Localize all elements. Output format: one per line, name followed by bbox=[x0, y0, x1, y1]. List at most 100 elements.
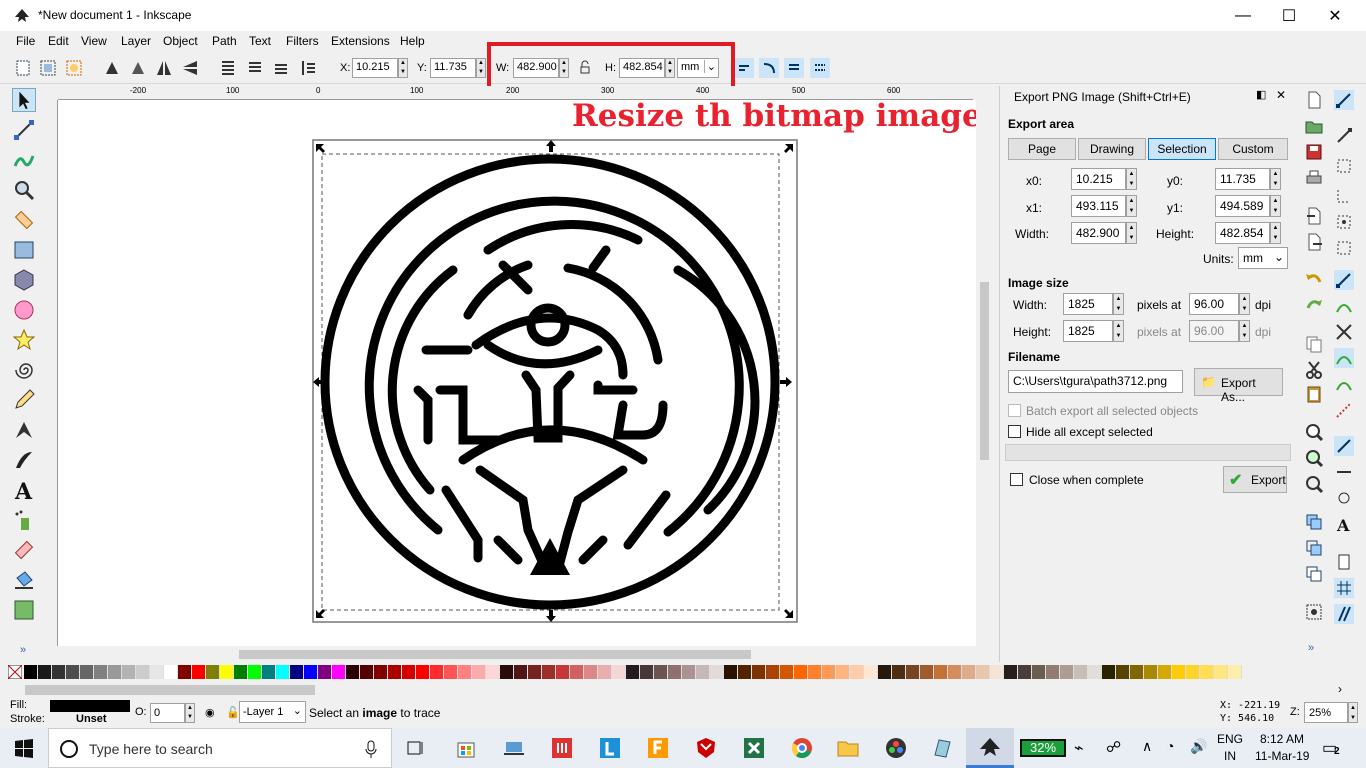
palette-swatch[interactable] bbox=[1102, 665, 1116, 679]
deselect-icon[interactable] bbox=[64, 58, 84, 78]
transform-patterns-icon[interactable] bbox=[810, 58, 830, 78]
snap-paths-icon[interactable] bbox=[1334, 296, 1354, 316]
export-button[interactable]: ✔ Export bbox=[1223, 466, 1287, 493]
palette-swatch[interactable] bbox=[696, 665, 710, 679]
eraser-tool-icon[interactable] bbox=[12, 538, 36, 562]
text-tool-icon[interactable]: A bbox=[12, 478, 36, 502]
raise-icon[interactable] bbox=[245, 58, 265, 78]
tab-page[interactable]: Page bbox=[1008, 138, 1076, 160]
palette-scroll-thumb[interactable] bbox=[25, 685, 315, 695]
menu-object[interactable]: Object bbox=[163, 34, 198, 48]
y1-input[interactable]: 494.589 bbox=[1215, 195, 1270, 217]
palette-swatch[interactable] bbox=[220, 665, 234, 679]
redo-icon[interactable] bbox=[1304, 296, 1324, 316]
excel-icon[interactable] bbox=[742, 736, 766, 760]
palette-swatch[interactable] bbox=[1214, 665, 1228, 679]
cut-icon[interactable] bbox=[1304, 360, 1324, 380]
palette-swatch[interactable] bbox=[136, 665, 150, 679]
palette-swatch[interactable] bbox=[1060, 665, 1074, 679]
snap-intersection-icon[interactable] bbox=[1334, 322, 1354, 342]
close-when-complete-checkbox[interactable] bbox=[1010, 473, 1023, 486]
zoom-tool-icon[interactable] bbox=[12, 178, 36, 202]
x-input[interactable]: 10.215 bbox=[352, 58, 398, 78]
palette-swatch[interactable] bbox=[626, 665, 640, 679]
palette-swatch[interactable] bbox=[332, 665, 346, 679]
snap-bbox-corner-icon[interactable] bbox=[1334, 186, 1354, 206]
snap-rotation-center-icon[interactable] bbox=[1334, 488, 1354, 508]
flip-vertical-icon[interactable] bbox=[180, 58, 200, 78]
spray-tool-icon[interactable] bbox=[12, 508, 36, 532]
menu-extensions[interactable]: Extensions bbox=[331, 34, 390, 48]
layer-select[interactable]: -Layer 1 ⌄ bbox=[239, 701, 306, 723]
image-height-input[interactable]: 1825 bbox=[1063, 320, 1113, 342]
star-tool-icon[interactable] bbox=[12, 328, 36, 352]
clock-time[interactable]: 8:12 AM bbox=[1260, 732, 1304, 746]
palette-swatch[interactable] bbox=[906, 665, 920, 679]
snap-smooth-icon[interactable] bbox=[1334, 374, 1354, 394]
paint-bucket-tool-icon[interactable] bbox=[12, 568, 36, 592]
x0-spinner[interactable]: ▲ ▼ bbox=[1126, 168, 1137, 190]
y-input[interactable]: 11.735 bbox=[430, 58, 476, 78]
palette-swatch[interactable] bbox=[416, 665, 430, 679]
palette-swatch[interactable] bbox=[24, 665, 38, 679]
palette-swatch[interactable] bbox=[150, 665, 164, 679]
search-box[interactable]: Type here to search bbox=[48, 728, 392, 768]
palette-swatch[interactable] bbox=[612, 665, 626, 679]
people-icon[interactable]: ☍ bbox=[1106, 738, 1121, 756]
area-width-spinner[interactable]: ▲ ▼ bbox=[1126, 222, 1137, 244]
commands-expand-icon[interactable]: » bbox=[1308, 642, 1314, 654]
stroke-value[interactable]: Unset bbox=[76, 713, 107, 725]
snap-line-midpoint-icon[interactable] bbox=[1334, 400, 1354, 420]
palette-swatch[interactable] bbox=[458, 665, 472, 679]
layer-lock-icon[interactable]: 🔓 bbox=[226, 706, 240, 719]
save-icon[interactable] bbox=[1304, 142, 1324, 162]
palette-swatch[interactable] bbox=[654, 665, 668, 679]
palette-swatch[interactable] bbox=[444, 665, 458, 679]
battery-indicator[interactable]: 32% bbox=[1020, 739, 1066, 757]
tab-selection[interactable]: Selection bbox=[1148, 138, 1216, 160]
rotate-cw-icon[interactable] bbox=[128, 58, 148, 78]
palette-swatch[interactable] bbox=[542, 665, 556, 679]
palette-swatch[interactable] bbox=[836, 665, 850, 679]
dpi-input[interactable]: 96.00 bbox=[1189, 293, 1239, 315]
power-plug-icon[interactable]: ⌁ bbox=[1074, 738, 1084, 758]
microphone-icon[interactable] bbox=[363, 739, 379, 759]
batch-export-checkbox[interactable] bbox=[1008, 404, 1021, 417]
ellipse-tool-icon[interactable] bbox=[12, 298, 36, 322]
l-app-icon[interactable] bbox=[598, 736, 622, 760]
palette-swatch[interactable] bbox=[864, 665, 878, 679]
maximize-button[interactable]: ☐ bbox=[1266, 0, 1312, 31]
palette-swatch[interactable] bbox=[66, 665, 80, 679]
y1-spinner[interactable]: ▲ ▼ bbox=[1270, 195, 1281, 217]
palette-swatch[interactable] bbox=[514, 665, 528, 679]
palette-swatch[interactable] bbox=[990, 665, 1004, 679]
palette-swatch[interactable] bbox=[1200, 665, 1214, 679]
export-as-button[interactable]: 📁 Export As... bbox=[1194, 368, 1283, 404]
wifi-icon[interactable]: ◔ bbox=[1166, 738, 1174, 754]
palette-swatch[interactable] bbox=[878, 665, 892, 679]
image-width-input[interactable]: 1825 bbox=[1063, 293, 1113, 315]
gradient-tool-icon[interactable] bbox=[12, 598, 36, 622]
export-icon[interactable] bbox=[1304, 232, 1324, 252]
node-tool-icon[interactable] bbox=[12, 118, 36, 142]
scale-stroke-icon[interactable] bbox=[734, 58, 754, 78]
tab-drawing[interactable]: Drawing bbox=[1078, 138, 1146, 160]
snap-center-icon[interactable] bbox=[1334, 238, 1354, 258]
y0-spinner[interactable]: ▲ ▼ bbox=[1270, 168, 1281, 190]
tab-custom[interactable]: Custom bbox=[1218, 138, 1288, 160]
palette-swatch[interactable] bbox=[948, 665, 962, 679]
menu-text[interactable]: Text bbox=[249, 34, 271, 48]
palette-swatch[interactable] bbox=[598, 665, 612, 679]
raise-to-top-icon[interactable] bbox=[218, 58, 238, 78]
palette-swatch[interactable] bbox=[38, 665, 52, 679]
lower-icon[interactable] bbox=[271, 58, 291, 78]
palette-swatch[interactable] bbox=[1032, 665, 1046, 679]
measure-tool-icon[interactable] bbox=[12, 208, 36, 232]
palette-swatch[interactable] bbox=[1088, 665, 1102, 679]
menu-path[interactable]: Path bbox=[212, 34, 237, 48]
snap-text-baseline-icon[interactable]: A bbox=[1334, 514, 1354, 534]
dpi-spinner[interactable]: ▲ ▼ bbox=[1239, 293, 1250, 315]
area-height-spinner[interactable]: ▲ ▼ bbox=[1270, 222, 1281, 244]
palette-swatch[interactable] bbox=[808, 665, 822, 679]
snap-object-midpoint-icon[interactable] bbox=[1334, 462, 1354, 482]
